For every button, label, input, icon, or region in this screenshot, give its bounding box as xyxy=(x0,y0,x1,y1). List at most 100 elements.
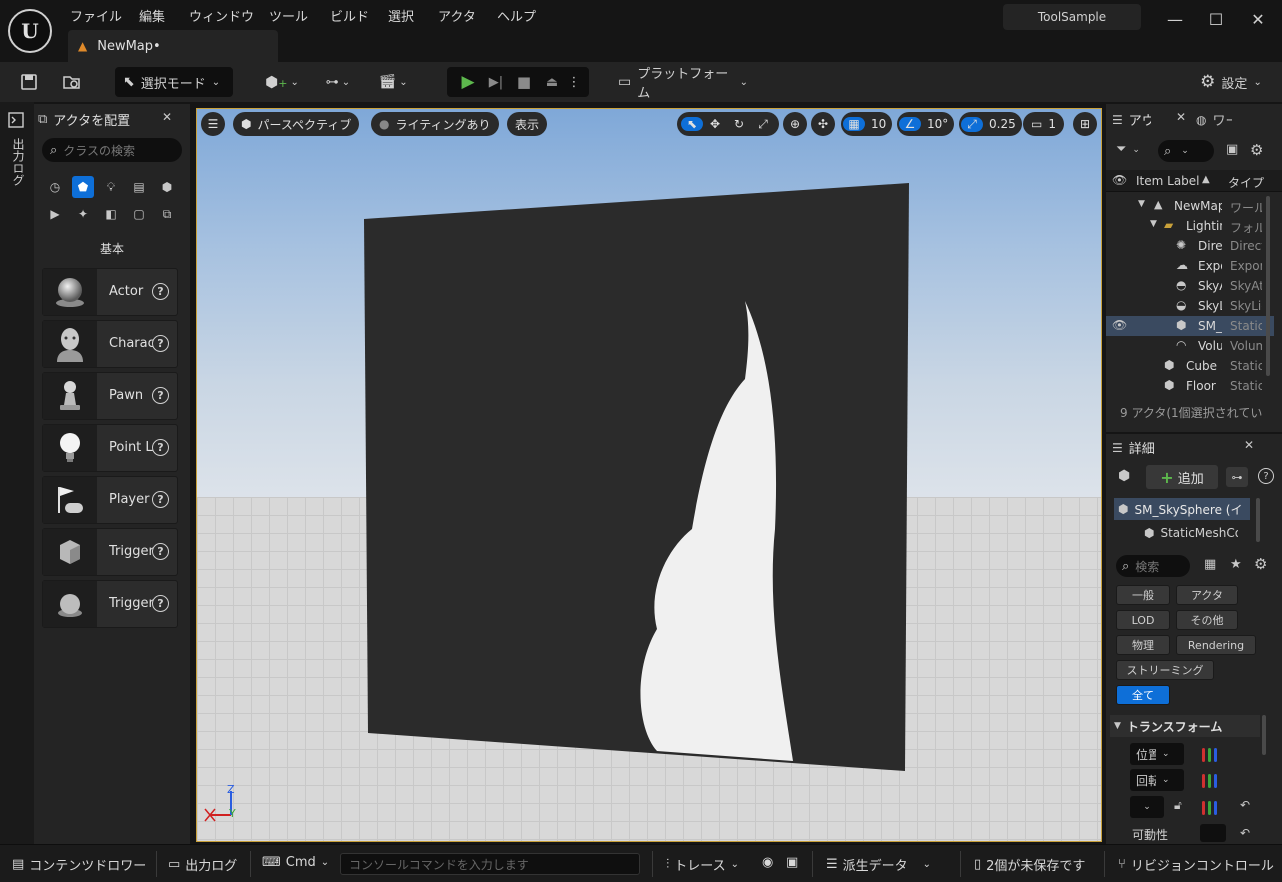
recent-icon[interactable]: ◷ xyxy=(44,176,66,198)
actor-item-trigger-box[interactable]: Trigger Box ? xyxy=(42,528,178,576)
content-drawer-button[interactable]: ▤ コンテンツドロワー xyxy=(12,855,146,874)
outliner-row-height-fog[interactable]: ☁ ExponentialHeightFog ExponentialHeight… xyxy=(1106,256,1274,276)
outliner-row-newmap[interactable]: ▼ ▲ NewMap ワールド xyxy=(1106,196,1274,216)
close-icon[interactable]: ✕ xyxy=(1244,438,1254,452)
outliner-filter-button[interactable]: ⏷ ⌄ xyxy=(1116,142,1140,157)
scale-tool-icon[interactable]: ⤢ xyxy=(751,117,775,132)
filter-rendering[interactable]: Rendering xyxy=(1176,635,1256,655)
outliner-scrollbar[interactable] xyxy=(1266,196,1270,376)
outliner-row-lighting[interactable]: ▼ ▰ Lighting フォルダ xyxy=(1106,216,1274,236)
location-dropdown[interactable]: 位置 ⌄ xyxy=(1130,743,1184,765)
help-icon[interactable]: ? xyxy=(152,387,169,404)
visibility-eye-icon[interactable]: 👁︎ xyxy=(1112,318,1127,332)
scale-snap-toggle[interactable]: ⤢ 0.25 xyxy=(959,112,1022,136)
output-log-vertical-tab[interactable]: 出力ログ xyxy=(10,138,27,186)
lighting-dropdown[interactable]: ● ライティングあり xyxy=(371,112,499,136)
select-tool-icon[interactable]: ⬉ xyxy=(681,117,703,131)
column-item-label[interactable]: Item Label xyxy=(1136,174,1200,188)
grid-snap-toggle[interactable]: ▦ 10 xyxy=(841,112,893,136)
add-folder-icon[interactable]: ▣ xyxy=(1226,142,1238,157)
tab-newmap[interactable]: ▲ NewMap• xyxy=(68,30,278,62)
browse-icon[interactable] xyxy=(56,67,88,97)
volumes-icon[interactable]: ▢ xyxy=(128,203,150,225)
class-search-input[interactable]: ⌕ クラスの検索 xyxy=(42,138,182,162)
help-icon[interactable]: ? xyxy=(152,595,169,612)
close-icon[interactable]: ✕ xyxy=(1243,6,1273,32)
platforms-button[interactable]: ▭ プラットフォーム ⌄ xyxy=(618,67,748,101)
revision-control-button[interactable]: ⑂ リビジョンコントロール xyxy=(1118,855,1282,874)
star-icon[interactable]: ★ xyxy=(1230,557,1242,572)
help-icon[interactable]: ? xyxy=(152,491,169,508)
outliner-row-sm-skysphere[interactable]: 👁︎ ⬢ SM_SkySphere StaticMeshActor xyxy=(1106,316,1274,336)
actor-item-point-light[interactable]: Point Light ? xyxy=(42,424,178,472)
stop-icon[interactable]: ■ xyxy=(510,73,538,91)
outliner-row-cube[interactable]: ⬢ Cube StaticMeshActor xyxy=(1106,356,1274,376)
menu-build[interactable]: ビルド xyxy=(330,6,369,25)
gear-icon[interactable]: ⚙ xyxy=(1250,141,1263,159)
filter-lod[interactable]: LOD xyxy=(1116,610,1170,630)
console-input[interactable]: コンソールコマンドを入力します xyxy=(340,853,640,875)
outliner-row-floor[interactable]: ⬢ Floor StaticMeshActor xyxy=(1106,376,1274,396)
more-options-icon[interactable]: ⋮ xyxy=(566,75,582,90)
basic-category-icon[interactable]: ⬟ xyxy=(72,176,94,198)
actor-item-character[interactable]: Character ? xyxy=(42,320,178,368)
details-search-input[interactable]: ⌕ 検索 xyxy=(1116,555,1190,577)
add-actor-button[interactable]: ⬢+ ⌄ xyxy=(262,67,302,97)
world-space-icon[interactable]: ⊕ xyxy=(783,112,807,136)
actor-item-player-start[interactable]: Player Start ? xyxy=(42,476,178,524)
tab-world[interactable]: ◍ ワールド xyxy=(1196,110,1276,130)
filter-all[interactable]: 全て xyxy=(1116,685,1170,705)
rotation-xyz[interactable] xyxy=(1202,771,1232,791)
save-icon[interactable] xyxy=(14,67,44,97)
cinematic-icon[interactable]: ▤ xyxy=(128,176,150,198)
outliner-search[interactable]: ⌕ ⌄ xyxy=(1158,140,1214,162)
outliner-row-directional-light[interactable]: ✺ DirectionalLight DirectionalLight xyxy=(1106,236,1274,256)
filter-general[interactable]: 一般 xyxy=(1116,585,1170,605)
unreal-logo-icon[interactable]: U xyxy=(8,9,52,53)
add-component-button[interactable]: + 追加 xyxy=(1146,465,1218,489)
details-scrollbar[interactable] xyxy=(1262,715,1266,755)
reset-icon[interactable]: ↶ xyxy=(1240,798,1250,812)
mobility-selector[interactable] xyxy=(1200,824,1226,842)
eject-icon[interactable]: ⏏ xyxy=(538,75,566,90)
location-xyz[interactable] xyxy=(1202,745,1232,765)
actor-item-pawn[interactable]: Pawn ? xyxy=(42,372,178,420)
maximize-icon[interactable]: ☐ xyxy=(1201,6,1231,32)
scale-xyz[interactable] xyxy=(1202,798,1232,818)
rotation-snap-toggle[interactable]: ∠ 10° xyxy=(897,112,955,136)
level-viewport[interactable]: ☰ ⬢ パースペクティブ ● ライティングあり 表示 ⬉ ✥ ↻ ⤢ ⊕ ✣ ▦… xyxy=(196,108,1102,842)
outliner-row-volumetric-cloud[interactable]: ◠ VolumetricCloud VolumetricCloud xyxy=(1106,336,1274,356)
visual-effects-icon[interactable]: ⬢ xyxy=(156,176,178,198)
geometry-icon[interactable]: ◧ xyxy=(100,203,122,225)
media-icon[interactable]: ▶ xyxy=(44,203,66,225)
record-icon[interactable]: ◉ xyxy=(762,855,773,870)
trace-dropdown[interactable]: ⫶ トレース ⌄ xyxy=(666,855,739,874)
expand-arrow-icon[interactable]: ▼ xyxy=(1138,199,1145,209)
select-mode-dropdown[interactable]: ⬉ 選択モード ⌄ xyxy=(115,67,233,97)
actor-item-trigger-sphere[interactable]: Trigger Sphere ? xyxy=(42,580,178,628)
outliner-row-sky-light[interactable]: ◒ SkyLight SkyLight xyxy=(1106,296,1274,316)
settings-button[interactable]: ⚙ 設定 ⌄ xyxy=(1194,67,1268,97)
menu-file[interactable]: ファイル xyxy=(70,6,122,25)
all-classes-icon[interactable]: ⧉ xyxy=(156,203,178,225)
reset-icon[interactable]: ↶ xyxy=(1240,826,1250,840)
translate-tool-icon[interactable]: ✥ xyxy=(703,117,727,131)
visibility-column-icon[interactable]: 👁︎ xyxy=(1112,173,1127,187)
cmd-dropdown[interactable]: ⌨ Cmd ⌄ xyxy=(262,855,329,870)
menu-actor[interactable]: アクタ xyxy=(438,6,476,25)
filter-actor[interactable]: アクタ xyxy=(1176,585,1238,605)
menu-help[interactable]: ヘルプ xyxy=(497,6,536,25)
column-type[interactable]: タイプ xyxy=(1228,174,1268,191)
camera-speed-button[interactable]: ▭ 1 xyxy=(1023,112,1064,136)
rotate-tool-icon[interactable]: ↻ xyxy=(727,117,751,131)
menu-window[interactable]: ウィンドウ xyxy=(189,6,254,25)
filter-physics[interactable]: 物理 xyxy=(1116,635,1170,655)
layout-icon[interactable]: ⊞ xyxy=(1073,112,1097,136)
filter-streaming[interactable]: ストリーミング xyxy=(1116,660,1214,680)
close-icon[interactable]: ✕ xyxy=(162,110,172,124)
unsaved-button[interactable]: ▯ 2個が未保存です xyxy=(974,855,1085,874)
show-dropdown[interactable]: 表示 xyxy=(507,112,548,136)
menu-edit[interactable]: 編集 xyxy=(139,6,165,25)
menu-tools[interactable]: ツール xyxy=(269,6,308,25)
help-icon[interactable]: ? xyxy=(152,335,169,352)
